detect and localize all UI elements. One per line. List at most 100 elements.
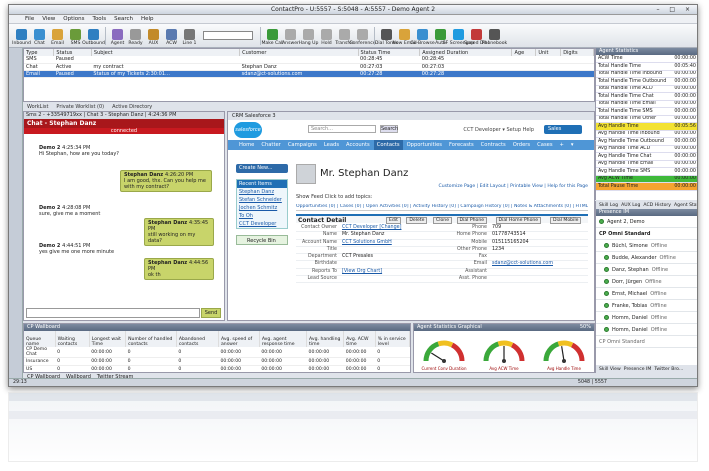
presence-tab[interactable]: ACD History — [643, 203, 671, 208]
detail-button[interactable]: Edit — [386, 217, 401, 224]
sf-tab[interactable]: Contacts — [373, 140, 403, 150]
toolbar-button[interactable]: Hang Up — [299, 29, 318, 46]
sf-tab[interactable]: ▾ — [568, 140, 577, 150]
presence-bottom-tab[interactable]: Twitter Bro... — [654, 367, 683, 372]
stat-row[interactable]: Avg ACW Time 00:00:00 — [596, 175, 697, 183]
toolbar-button[interactable]: Ready — [127, 29, 144, 46]
column-header[interactable]: Subject — [91, 49, 241, 56]
recent-item[interactable]: Jochen Schmitz — [237, 204, 287, 212]
table-row[interactable]: Insurance 0 00:00:00 0 0 00:00:00 00:00:00 00:0… — [24, 357, 410, 366]
sf-tab[interactable]: Chatter — [258, 140, 283, 150]
sf-tab[interactable]: Contracts — [478, 140, 509, 150]
column-header[interactable]: Number of handled contacts — [125, 331, 177, 347]
gauges-zoom[interactable]: 50% — [580, 324, 591, 331]
menu-item[interactable]: Options — [63, 16, 84, 22]
presence-item[interactable]: Danz, Stephan Offline — [596, 264, 697, 276]
recent-item[interactable]: To Oh — [237, 212, 287, 220]
column-header[interactable]: Assigned Duration — [419, 49, 513, 56]
menu-item[interactable]: File — [25, 16, 34, 22]
toolbar-button[interactable]: Co-Browse — [410, 29, 435, 46]
stat-row[interactable]: Total Handle Time Other 00:00:00 — [596, 115, 697, 123]
column-header[interactable]: Avg. ACW time — [343, 331, 376, 347]
stat-row[interactable]: Avg Handle Time Inbound 00:00:00 — [596, 130, 697, 138]
detail-button[interactable]: Delete — [406, 217, 428, 224]
presence-group[interactable]: CP Omni Standard — [596, 228, 697, 240]
stat-row[interactable]: Total Pause Time 00:00:00 — [596, 182, 697, 191]
toolbar-button[interactable]: Make Call — [261, 29, 284, 46]
column-header[interactable]: % in service level — [375, 331, 411, 347]
sf-tab[interactable]: Opportunities — [404, 140, 445, 150]
column-header[interactable]: Abandoned contacts — [176, 331, 219, 347]
stat-row[interactable]: Avg Handle Time ACD 00:00:00 — [596, 145, 697, 153]
detail-button[interactable]: Dial Home Phone — [495, 217, 542, 224]
toolbar-button[interactable]: Email — [49, 29, 66, 46]
chat-tabs[interactable]: Sms 2 - +33549719xx | Chat 3 - Stephan D… — [24, 112, 224, 119]
table-row[interactable]: Chat Active my contract Stephan Danz 00:27:0… — [24, 63, 594, 71]
stat-row[interactable]: Avg Handle Time Email 00:00:00 — [596, 160, 697, 168]
column-header[interactable]: Customer — [239, 49, 359, 56]
stat-row[interactable]: Total Handle Time Chat 00:00:00 — [596, 92, 697, 101]
sf-tab[interactable]: Home — [236, 140, 257, 150]
column-header[interactable]: Status Time — [358, 49, 421, 56]
worklist-tab[interactable]: Private Worklist (0) — [56, 104, 104, 110]
menu-item[interactable]: View — [42, 16, 55, 22]
toolbar-button[interactable]: Agent — [109, 29, 126, 46]
table-row[interactable]: CP Demo Chat 0 00:00:00 0 0 00:00:00 00:00:00 0… — [24, 347, 410, 358]
sf-tab[interactable]: Campaigns — [285, 140, 320, 150]
column-header[interactable]: Digits — [560, 49, 594, 56]
recycle-bin-link[interactable]: Recycle Bin — [236, 235, 288, 245]
stat-row[interactable]: Avg Handle Time Chat 00:00:00 — [596, 152, 697, 161]
sf-user-nav[interactable]: CCT Developer ▾ Setup Help — [463, 127, 534, 133]
presence-item[interactable]: Ernst, Michael Offline — [596, 288, 697, 300]
presence-bottom-tab[interactable]: Presence IM — [624, 367, 652, 372]
toolbar-button[interactable]: Inbound — [12, 29, 31, 46]
presence-item[interactable]: Dorr, Jürgen Offline — [596, 276, 697, 288]
sf-tab[interactable]: Accounts — [343, 140, 373, 150]
recent-item[interactable]: Stefan Schneider — [237, 196, 287, 204]
stat-row[interactable]: Avg Handle Time SMS 00:00:00 — [596, 167, 697, 176]
stat-row[interactable]: Avg Handle Time Outbound 00:00:00 — [596, 137, 697, 146]
sf-tab[interactable]: + — [557, 140, 567, 150]
recent-item[interactable]: CCT Developer — [237, 220, 287, 228]
column-header[interactable]: Unit — [535, 49, 562, 56]
detail-button[interactable]: Dial Mobile — [550, 217, 582, 224]
related-lists[interactable]: Opportunities [0] | Cases [0] | Open Act… — [296, 204, 588, 211]
toolbar-button[interactable]: Outbound — [82, 29, 105, 46]
sf-search-button[interactable]: Search — [380, 125, 398, 133]
create-new-button[interactable]: Create New... — [236, 164, 288, 173]
column-header[interactable]: Age — [511, 49, 537, 56]
toolbar-button[interactable]: ACW — [163, 29, 180, 46]
sf-search-input[interactable]: Search... — [308, 125, 376, 133]
chat-input[interactable] — [26, 308, 200, 318]
stat-row[interactable]: Total Handle Time Outbound 00:00:00 — [596, 77, 697, 86]
toolbar-button[interactable]: Phonebook — [482, 29, 507, 46]
line-combo[interactable] — [203, 31, 253, 40]
toolbar-button[interactable]: AUX — [145, 29, 162, 46]
column-header[interactable]: Avg. agent response time — [259, 331, 308, 347]
page-links[interactable]: Customize Page | Edit Layout | Printable… — [438, 184, 588, 189]
column-header[interactable]: Avg. handling time — [306, 331, 345, 347]
presence-tab[interactable]: AUX Log — [621, 203, 640, 208]
toolbar-button[interactable]: Line 1 — [181, 29, 198, 46]
presence-item[interactable]: Budde, Alexander Offline — [596, 252, 697, 264]
toolbar-button[interactable]: Hold — [318, 29, 335, 46]
column-header[interactable]: Waiting contacts — [55, 331, 90, 347]
feed-bar[interactable]: Show Feed Click to add topics: — [296, 194, 588, 202]
crm-tab[interactable]: CRM Salesforce 3 — [228, 112, 594, 120]
recent-item[interactable]: Stephan Danz — [237, 188, 287, 196]
sf-app-menu[interactable]: Sales — [544, 125, 582, 134]
sf-tab[interactable]: Cases — [534, 140, 555, 150]
presence-item[interactable]: Büchl, Simone Offline — [596, 240, 697, 252]
presence-item[interactable]: Homm, Daniel Offline — [596, 312, 697, 324]
presence-footer[interactable]: CP Omni Standard — [596, 336, 697, 348]
menu-item[interactable]: Help — [141, 16, 154, 22]
presence-tab[interactable]: Agent Stat — [674, 203, 697, 208]
sf-tab[interactable]: Leads — [321, 140, 342, 150]
presence-tab[interactable]: Skill Log — [599, 203, 618, 208]
stat-row[interactable]: ACW Time 00:00:00 — [596, 55, 697, 63]
table-row[interactable]: SMS Paused 00:28:45 00:28:45 — [24, 56, 594, 64]
detail-button[interactable]: Clone — [433, 217, 453, 224]
presence-item[interactable]: Homm, Daniel Offline — [596, 324, 697, 336]
column-header[interactable]: Queue name — [24, 331, 56, 347]
stat-row[interactable]: Avg Handle Time 00:05:56 — [596, 122, 697, 131]
